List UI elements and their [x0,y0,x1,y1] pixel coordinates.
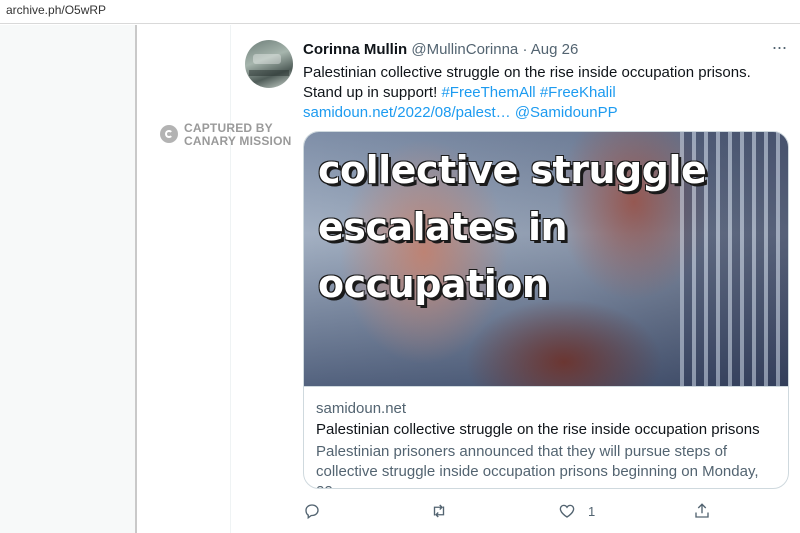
card-description: Palestinian prisoners announced that the… [316,443,759,488]
card-meta[interactable]: samidoun.net Palestinian collective stru… [304,386,788,488]
card-image-text: collective struggle escalates in occupat… [318,148,707,306]
share-icon [695,503,709,518]
watermark-icon [160,125,178,143]
url-link[interactable]: samidoun.net/2022/08/palest… [303,104,511,121]
card-title: Palestinian collective struggle on the r… [316,421,760,438]
like-count: 1 [588,503,596,519]
left-gutter [0,25,137,533]
card-image[interactable]: collective struggle escalates in occupat… [304,132,788,386]
mention-link[interactable]: @SamidounPP [515,104,618,121]
tweet-header: Corinna Mullin @MullinCorinna · Aug 26 [303,41,578,58]
tweet-date[interactable]: Aug 26 [531,41,579,58]
card-domain: samidoun.net [316,400,407,417]
like-button[interactable]: 1 [558,500,595,522]
address-bar[interactable]: archive.ph/O5wRP [0,0,800,24]
more-options-icon[interactable]: ··· [769,38,789,60]
header-separator: · [522,41,528,58]
watermark-line-2: CANARY MISSION [184,134,292,148]
author-handle[interactable]: @MullinCorinna [411,41,518,58]
link-preview-card[interactable]: collective struggle escalates in occupat… [303,131,789,489]
share-button[interactable] [693,500,711,522]
column-divider [230,25,231,533]
heart-icon [559,504,575,518]
reply-button[interactable] [303,500,321,522]
captured-watermark: CAPTURED BY CANARY MISSION [160,121,300,151]
watermark-line-1: CAPTURED BY [184,121,273,135]
author-name[interactable]: Corinna Mullin [303,41,407,58]
action-bar: 1 [303,500,723,522]
hashtag-link[interactable]: #FreeKhalil [540,84,616,101]
avatar[interactable] [245,40,293,88]
hashtag-link[interactable]: #FreeThemAll [441,84,535,101]
url-text[interactable]: archive.ph/O5wRP [6,3,106,17]
reply-icon [305,504,319,520]
retweet-icon [433,504,445,518]
tweet-body: Palestinian collective struggle on the r… [303,63,788,123]
retweet-button[interactable] [430,500,448,522]
